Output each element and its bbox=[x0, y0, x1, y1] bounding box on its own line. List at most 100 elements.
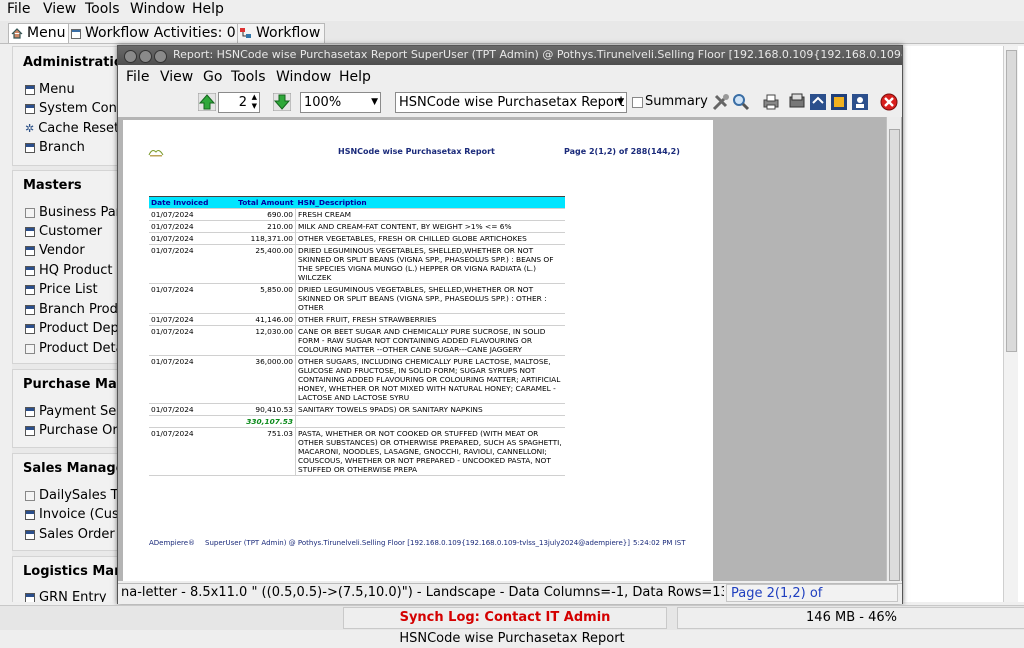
close-window-icon[interactable] bbox=[124, 50, 137, 63]
report-status-bar: na-letter - 8.5x11.0 " ((0.5,0.5)->(7.5,… bbox=[118, 583, 902, 619]
left-item-menu[interactable]: Menu bbox=[25, 82, 75, 97]
close-report-icon[interactable] bbox=[880, 93, 898, 111]
left-item-cache-reset[interactable]: ✲ Cache Reset bbox=[25, 121, 119, 136]
maximize-window-icon[interactable] bbox=[154, 50, 167, 63]
send-mail-icon[interactable] bbox=[789, 93, 807, 111]
group-sales-title[interactable]: Sales Manage bbox=[23, 461, 124, 476]
main-menubar: File View Tools Window Help bbox=[0, 0, 1024, 20]
menu-tools[interactable]: Tools bbox=[85, 1, 120, 17]
report-vertical-scrollbar[interactable] bbox=[886, 117, 901, 581]
row-date: 01/07/2024 bbox=[149, 427, 223, 476]
left-item-label: Customer bbox=[39, 224, 103, 239]
print-icon[interactable] bbox=[762, 93, 780, 111]
group-purchase-title[interactable]: Purchase Man bbox=[23, 377, 124, 392]
table-row: 01/07/2024 36,000.00 OTHER SUGARS, INCLUDI… bbox=[149, 355, 565, 404]
report-menu-help[interactable]: Help bbox=[339, 69, 371, 85]
left-item-hq-product[interactable]: HQ Product I bbox=[25, 263, 120, 278]
left-item-invoice-customer[interactable]: Invoice (Cus bbox=[25, 507, 119, 522]
group-administration: Administration Menu System Cont ✲ Cache R… bbox=[12, 46, 124, 166]
subtotal-spacer bbox=[149, 415, 223, 428]
report-menu-file[interactable]: File bbox=[126, 69, 149, 85]
archive-icon[interactable] bbox=[809, 93, 827, 111]
window-icon bbox=[25, 284, 35, 295]
left-item-purchase-order[interactable]: Purchase Ord bbox=[25, 423, 124, 438]
table-row: 01/07/2024 751.03 PASTA, WHETHER OR NOT CO… bbox=[149, 427, 565, 476]
left-item-sales-order[interactable]: Sales Order bbox=[25, 527, 115, 542]
report-menu-go[interactable]: Go bbox=[203, 69, 222, 85]
report-menu-window[interactable]: Window bbox=[276, 69, 331, 85]
report-menu-view[interactable]: View bbox=[160, 69, 193, 85]
find-icon[interactable] bbox=[732, 93, 750, 111]
left-item-label: Sales Order bbox=[39, 527, 115, 542]
group-logistics-title[interactable]: Logistics Man bbox=[23, 564, 123, 579]
menu-file[interactable]: File bbox=[7, 1, 30, 17]
tab-workflow-activities-label: Workflow Activities: 0 bbox=[85, 25, 236, 41]
spinner-icon[interactable]: ▲ ▼ bbox=[252, 93, 257, 111]
customize-icon[interactable] bbox=[712, 93, 730, 111]
left-item-daily-sales[interactable]: DailySales T bbox=[25, 488, 119, 503]
left-item-label: Business Par bbox=[39, 205, 122, 220]
workspace-scrollbar[interactable] bbox=[1003, 46, 1018, 602]
main-tab-strip: Menu Workflow Activities: 0 Workflow bbox=[0, 21, 1024, 44]
tab-menu[interactable]: Menu bbox=[8, 23, 71, 43]
group-logistics: Logistics Man GRN Entry bbox=[12, 556, 124, 602]
left-item-label: Menu bbox=[39, 82, 75, 97]
left-item-business-partner[interactable]: Business Par bbox=[25, 205, 121, 220]
company-logo-icon bbox=[148, 150, 164, 157]
window-icon bbox=[25, 323, 35, 334]
report-format-status: na-letter - 8.5x11.0 " ((0.5,0.5)->(7.5,… bbox=[121, 585, 724, 600]
window-icon bbox=[25, 592, 35, 602]
page-number-input[interactable]: 2 ▲ ▼ bbox=[218, 92, 260, 113]
group-purchase: Purchase Man Payment Sel Purchase Ord bbox=[12, 369, 124, 448]
row-description: OTHER SUGARS, INCLUDING CHEMICALLY PURE … bbox=[295, 355, 565, 404]
table-row: 01/07/2024 12,030.00 CANE OR BEET SUGAR AN… bbox=[149, 325, 565, 356]
left-item-product-department[interactable]: Product Depa bbox=[25, 321, 124, 336]
left-item-branch[interactable]: Branch bbox=[25, 140, 85, 155]
window-icon bbox=[25, 245, 35, 256]
row-amount: 25,400.00 bbox=[223, 244, 296, 284]
row-date: 01/07/2024 bbox=[149, 325, 223, 356]
row-date: 01/07/2024 bbox=[149, 313, 223, 326]
left-item-price-list[interactable]: Price List bbox=[25, 282, 98, 297]
report-select[interactable]: HSNCode wise Purchasetax Report ▼ bbox=[395, 92, 627, 113]
report-menu-tools[interactable]: Tools bbox=[231, 69, 266, 85]
chevron-down-icon: ▼ bbox=[617, 97, 624, 107]
previous-page-icon[interactable] bbox=[198, 93, 216, 111]
report-table-body: 01/07/2024 690.00 FRESH CREAM 01/07/2024 210… bbox=[149, 208, 565, 476]
column-header: HSN_Description bbox=[295, 196, 565, 209]
memory-status[interactable]: 146 MB - 46% bbox=[677, 607, 1024, 629]
left-item-grn-entry[interactable]: GRN Entry bbox=[25, 590, 107, 602]
window-icon bbox=[25, 425, 35, 436]
left-item-branch-product[interactable]: Branch Produ bbox=[25, 302, 124, 317]
left-item-system-config[interactable]: System Cont bbox=[25, 101, 122, 116]
report-format-icon[interactable] bbox=[830, 93, 848, 111]
minimize-window-icon[interactable] bbox=[139, 50, 152, 63]
menu-window[interactable]: Window bbox=[130, 1, 185, 17]
window-caption: HSNCode wise Purchasetax Report bbox=[0, 630, 1024, 648]
synch-log-status[interactable]: Synch Log: Contact IT Admin bbox=[343, 607, 667, 629]
zoom-select[interactable]: 100% ▼ bbox=[300, 92, 381, 113]
report-titlebar[interactable]: Report: HSNCode wise Purchasetax Report … bbox=[118, 46, 902, 65]
report-page-status: Page 2(1,2) of 288(144,2) bbox=[726, 584, 898, 619]
row-amount: 36,000.00 bbox=[223, 355, 296, 404]
group-masters-title[interactable]: Masters bbox=[23, 178, 82, 193]
row-amount: 210.00 bbox=[223, 220, 296, 233]
left-item-label: Invoice (Cus bbox=[39, 507, 119, 522]
menu-help[interactable]: Help bbox=[192, 1, 224, 17]
left-item-label: HQ Product I bbox=[39, 263, 121, 278]
export-icon[interactable] bbox=[851, 93, 869, 111]
left-item-product-detail[interactable]: Product Deta bbox=[25, 341, 124, 356]
menu-view[interactable]: View bbox=[43, 1, 76, 17]
left-item-vendor[interactable]: Vendor bbox=[25, 243, 85, 258]
scrollbar-thumb[interactable] bbox=[1006, 50, 1017, 352]
next-page-icon[interactable] bbox=[273, 93, 291, 111]
tab-workflow-activities[interactable]: Workflow Activities: 0 bbox=[68, 23, 241, 43]
summary-checkbox[interactable] bbox=[632, 97, 643, 108]
report-heading: HSNCode wise Purchasetax Report bbox=[338, 147, 495, 156]
left-item-payment-selection[interactable]: Payment Sel bbox=[25, 404, 120, 419]
report-scrollbar-thumb[interactable] bbox=[889, 129, 900, 581]
tab-workflow-label: Workflow bbox=[256, 25, 321, 41]
group-administration-title[interactable]: Administration bbox=[23, 55, 124, 70]
tab-workflow[interactable]: Workflow bbox=[237, 23, 326, 43]
left-item-customer[interactable]: Customer bbox=[25, 224, 102, 239]
